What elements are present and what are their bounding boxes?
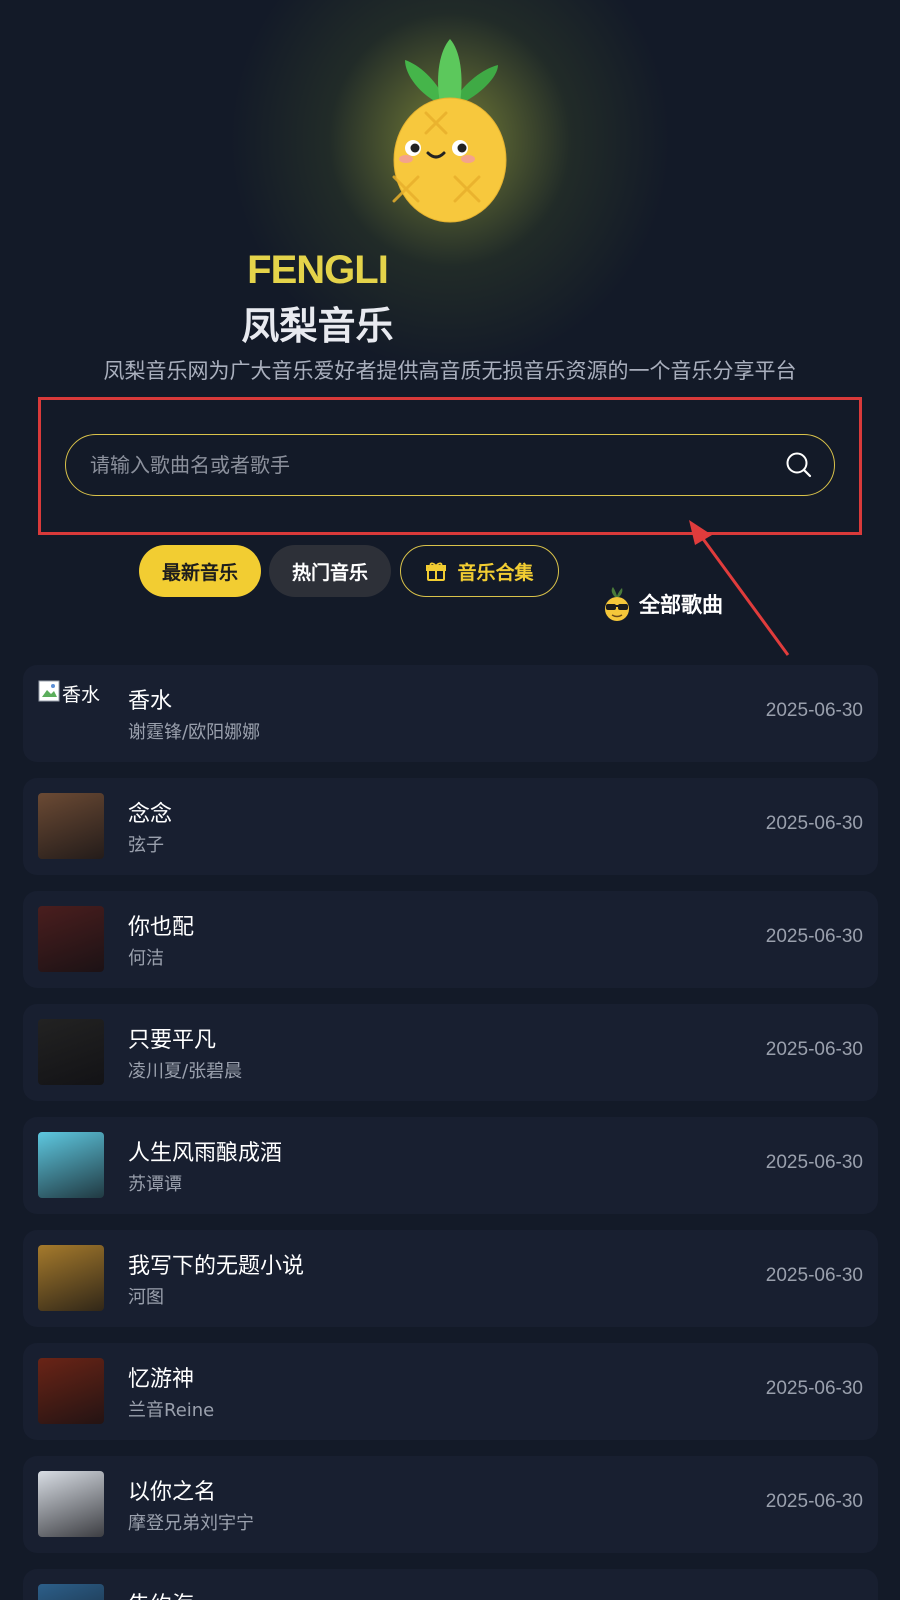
- song-title[interactable]: 忆游神: [128, 1361, 194, 1393]
- song-title[interactable]: 我写下的无题小说: [128, 1248, 304, 1280]
- gift-icon: [425, 560, 447, 582]
- search-icon: [786, 452, 812, 478]
- song-date: 2025-06-30: [765, 1378, 863, 1399]
- song-cover-image[interactable]: [38, 906, 104, 972]
- song-cover-image[interactable]: [38, 1245, 104, 1311]
- song-date: 2025-06-30: [765, 700, 863, 721]
- song-artist: 谢霆锋/欧阳娜娜: [128, 722, 261, 743]
- song-title[interactable]: 香水: [128, 683, 172, 715]
- song-list-item[interactable]: 人生风雨酿成酒苏谭谭 2025-06-30: [23, 1117, 878, 1214]
- song-date: 2025-06-30: [765, 1491, 863, 1512]
- search-input[interactable]: [66, 435, 764, 495]
- song-date: 2025-06-30: [765, 926, 863, 947]
- song-title[interactable]: 只要平凡: [128, 1022, 216, 1054]
- song-cover-image[interactable]: [38, 1358, 104, 1424]
- tab-music-collection-label: 音乐合集: [457, 561, 534, 584]
- brand-name-cn: 凤梨音乐: [241, 304, 394, 348]
- song-artist: 何洁: [128, 948, 164, 969]
- hero-section: FENGLI 凤梨音乐 凤梨音乐网为广大音乐爱好者提供高音质无损音乐资源的一个音…: [0, 0, 900, 400]
- song-list-item[interactable]: 忆游神兰音Reine 2025-06-30: [23, 1343, 878, 1440]
- song-list-item[interactable]: 只要平凡凌川夏/张碧晨 2025-06-30: [23, 1004, 878, 1101]
- song-list-item[interactable]: 以你之名摩登兄弟刘宇宁 2025-06-30: [23, 1456, 878, 1553]
- site-tagline: 凤梨音乐网为广大音乐爱好者提供高音质无损音乐资源的一个音乐分享平台: [103, 359, 797, 383]
- song-cover-image[interactable]: [38, 1471, 104, 1537]
- song-cover-alt-text: 香水: [62, 684, 101, 706]
- song-title[interactable]: 人生风雨酿成酒: [128, 1135, 282, 1167]
- song-date: 2025-06-30: [765, 1039, 863, 1060]
- tab-music-collection[interactable]: 音乐合集: [400, 545, 559, 597]
- song-list-item[interactable]: 我写下的无题小说河图 2025-06-30: [23, 1230, 878, 1327]
- song-date: 2025-06-30: [765, 813, 863, 834]
- all-songs-heading: 全部歌曲: [603, 587, 723, 621]
- cool-pineapple-icon: [603, 587, 631, 621]
- song-title[interactable]: 你也配: [128, 909, 194, 941]
- song-cover-broken-image[interactable]: 香水: [38, 680, 104, 710]
- page: FENGLI 凤梨音乐 凤梨音乐网为广大音乐爱好者提供高音质无损音乐资源的一个音…: [0, 0, 900, 1600]
- search-bar: [65, 434, 835, 496]
- tab-hot-music[interactable]: 热门音乐: [269, 545, 391, 597]
- song-artist: 兰音Reine: [128, 1400, 215, 1421]
- song-cover-image[interactable]: [38, 1019, 104, 1085]
- song-artist: 弦子: [128, 835, 164, 856]
- all-songs-label: 全部歌曲: [639, 593, 723, 617]
- tab-latest-music[interactable]: 最新音乐: [139, 545, 261, 597]
- song-artist: 摩登兄弟刘宇宁: [128, 1513, 254, 1534]
- pineapple-mascot-icon: [392, 39, 507, 223]
- song-title[interactable]: 以你之名: [128, 1474, 216, 1506]
- song-title[interactable]: 念念: [128, 796, 172, 828]
- song-list-item[interactable]: 你也配何洁 2025-06-30: [23, 891, 878, 988]
- brand-name-en: FENGLI: [247, 248, 389, 292]
- song-list-item[interactable]: 香水 香水谢霆锋/欧阳娜娜 2025-06-30: [23, 665, 878, 762]
- song-artist: 凌川夏/张碧晨: [128, 1061, 243, 1082]
- song-list-item[interactable]: 告约海: [23, 1569, 878, 1600]
- song-cover-image[interactable]: [38, 793, 104, 859]
- search-button[interactable]: [764, 435, 834, 495]
- song-artist: 苏谭谭: [128, 1174, 182, 1195]
- song-date: 2025-06-30: [765, 1152, 863, 1173]
- song-artist: 河图: [128, 1287, 164, 1308]
- song-date: 2025-06-30: [765, 1265, 863, 1286]
- song-cover-image[interactable]: [38, 1132, 104, 1198]
- song-title[interactable]: 告约海: [128, 1587, 194, 1600]
- song-cover-image[interactable]: [38, 1584, 104, 1600]
- song-list-item[interactable]: 念念弦子 2025-06-30: [23, 778, 878, 875]
